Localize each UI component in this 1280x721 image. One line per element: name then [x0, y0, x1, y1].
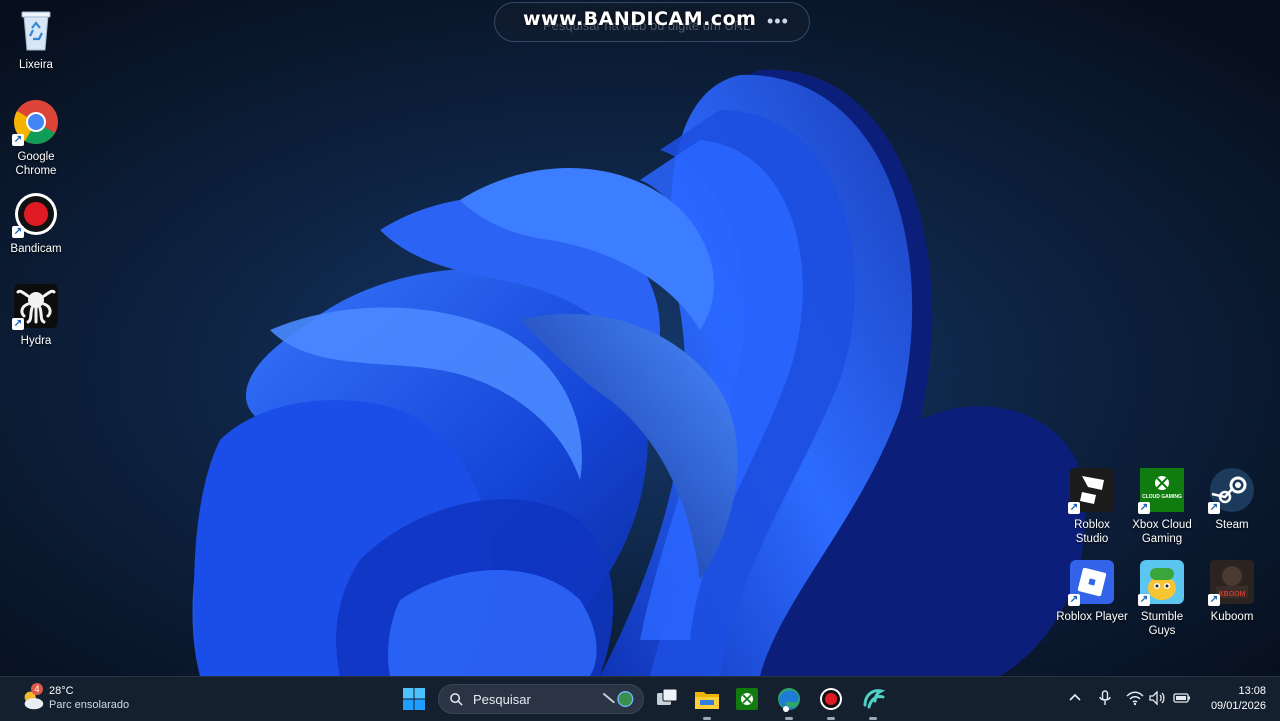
chevron-up-icon: [1069, 693, 1081, 701]
taskbar: 4 28°C Parc ensolarado Pesquisar 13:08 0…: [0, 676, 1280, 721]
desktop-icon-label: Roblox: [1074, 519, 1110, 531]
battery-button[interactable]: [1173, 689, 1191, 707]
desktop-icon-label: Studio: [1075, 533, 1109, 545]
task-view-icon: [657, 688, 678, 705]
roblox-player-icon: ↗: [1068, 558, 1116, 606]
desktop-icon-label: Steam: [1215, 519, 1249, 531]
search-highlight-icon: [602, 690, 634, 708]
microphone-icon: [1099, 690, 1111, 705]
bandicam-taskbar-button[interactable]: [815, 683, 847, 720]
start-button[interactable]: [398, 683, 430, 715]
shortcut-arrow-icon: ↗: [1068, 594, 1080, 606]
microphone-button[interactable]: [1096, 689, 1114, 707]
desktop-icon-label: Kuboom: [1210, 611, 1254, 623]
desktop-icon-roblox-player[interactable]: ↗ Roblox Player: [1056, 558, 1128, 624]
system-clock[interactable]: 13:08 09/01/2026: [1211, 684, 1266, 714]
shortcut-arrow-icon: ↗: [1208, 594, 1220, 606]
weather-alert-badge: 4: [31, 683, 43, 695]
windows-start-icon: [403, 688, 425, 710]
shortcut-arrow-icon: ↗: [12, 226, 24, 238]
shortcut-arrow-icon: ↗: [1068, 502, 1080, 514]
steam-icon: ↗: [1208, 466, 1256, 514]
recycle-bin-icon: [12, 6, 60, 54]
volume-button[interactable]: [1148, 689, 1166, 707]
bandicam-icon: [820, 688, 842, 710]
show-hidden-icons-button[interactable]: [1066, 689, 1084, 707]
desktop-icon-label: Bandicam: [10, 243, 62, 255]
chrome-icon: ↗: [12, 98, 60, 146]
xbox-icon: [736, 688, 758, 710]
weather-temperature: 28°C: [49, 685, 74, 697]
bandicam-icon: ↗: [12, 190, 60, 238]
hydra-taskbar-icon: [863, 689, 886, 709]
shortcut-arrow-icon: ↗: [12, 318, 24, 330]
taskbar-search-box[interactable]: Pesquisar: [438, 684, 644, 714]
desktop-icon-label: Stumble: [1140, 611, 1184, 623]
roblox-studio-icon: ↗: [1068, 466, 1116, 514]
shortcut-arrow-icon: ↗: [1138, 594, 1150, 606]
weather-widget[interactable]: 4 28°C Parc ensolarado: [20, 683, 170, 717]
task-view-button[interactable]: [651, 683, 683, 715]
bandicam-watermark: Pesquisar na web ou digite um URL www.BA…: [494, 2, 810, 42]
desktop-icon-roblox-studio[interactable]: ↗ Roblox Studio: [1056, 466, 1128, 546]
wifi-icon: [1126, 691, 1144, 706]
desktop-icon-xbox-cloud-gaming[interactable]: CLOUD GAMING ↗ Xbox Cloud Gaming: [1126, 466, 1198, 546]
desktop-icon-google-chrome[interactable]: ↗ Google Chrome: [0, 98, 72, 178]
clock-time: 13:08: [1238, 685, 1266, 697]
desktop-icon-stumble-guys[interactable]: ↗ Stumble Guys: [1126, 558, 1198, 638]
desktop-icon-label: Xbox Cloud: [1132, 519, 1192, 531]
desktop-icon-lixeira[interactable]: Lixeira: [0, 6, 72, 72]
watermark-text: www.BANDICAM.com: [523, 8, 757, 30]
cloud-gaming-badge-text: CLOUD GAMING: [1142, 494, 1182, 500]
desktop-icon-label: Roblox Player: [1056, 611, 1128, 623]
desktop-icon-bandicam[interactable]: ↗ Bandicam: [0, 190, 72, 256]
desktop-icon-label: Google: [17, 151, 55, 163]
edge-icon: [778, 688, 800, 712]
shortcut-arrow-icon: ↗: [12, 134, 24, 146]
desktop-icon-label: Chrome: [15, 165, 57, 177]
search-icon: [450, 693, 463, 706]
shortcut-arrow-icon: ↗: [1138, 502, 1150, 514]
battery-icon: [1173, 693, 1190, 703]
xbox-cloud-gaming-icon: CLOUD GAMING ↗: [1138, 466, 1186, 514]
clock-date: 09/01/2026: [1210, 700, 1266, 712]
file-explorer-icon: [695, 692, 719, 709]
kuboom-icon: KBOOM ↗: [1208, 558, 1256, 606]
file-explorer-button[interactable]: [691, 683, 723, 720]
edge-button[interactable]: [773, 683, 805, 720]
desktop-icon-hydra[interactable]: ↗ Hydra: [0, 282, 72, 348]
desktop-icon-kuboom[interactable]: KBOOM ↗ Kuboom: [1196, 558, 1268, 624]
desktop-icon-label: Gaming: [1141, 533, 1183, 545]
hydra-taskbar-button[interactable]: [857, 683, 889, 720]
wifi-button[interactable]: [1126, 689, 1144, 707]
desktop-icon-label: Hydra: [20, 335, 52, 347]
shortcut-arrow-icon: ↗: [1208, 502, 1220, 514]
weather-condition: Parc ensolarado: [49, 699, 130, 711]
more-dots-icon: •••: [767, 11, 789, 31]
search-label: Pesquisar: [473, 692, 531, 707]
desktop-icon-steam[interactable]: ↗ Steam: [1196, 466, 1268, 532]
desktop-icon-label: Guys: [1148, 625, 1176, 637]
hydra-icon: ↗: [12, 282, 60, 330]
speaker-icon: [1149, 690, 1165, 706]
stumble-guys-icon: ↗: [1138, 558, 1186, 606]
xbox-button[interactable]: [731, 683, 763, 715]
desktop-icon-label: Lixeira: [19, 59, 53, 71]
